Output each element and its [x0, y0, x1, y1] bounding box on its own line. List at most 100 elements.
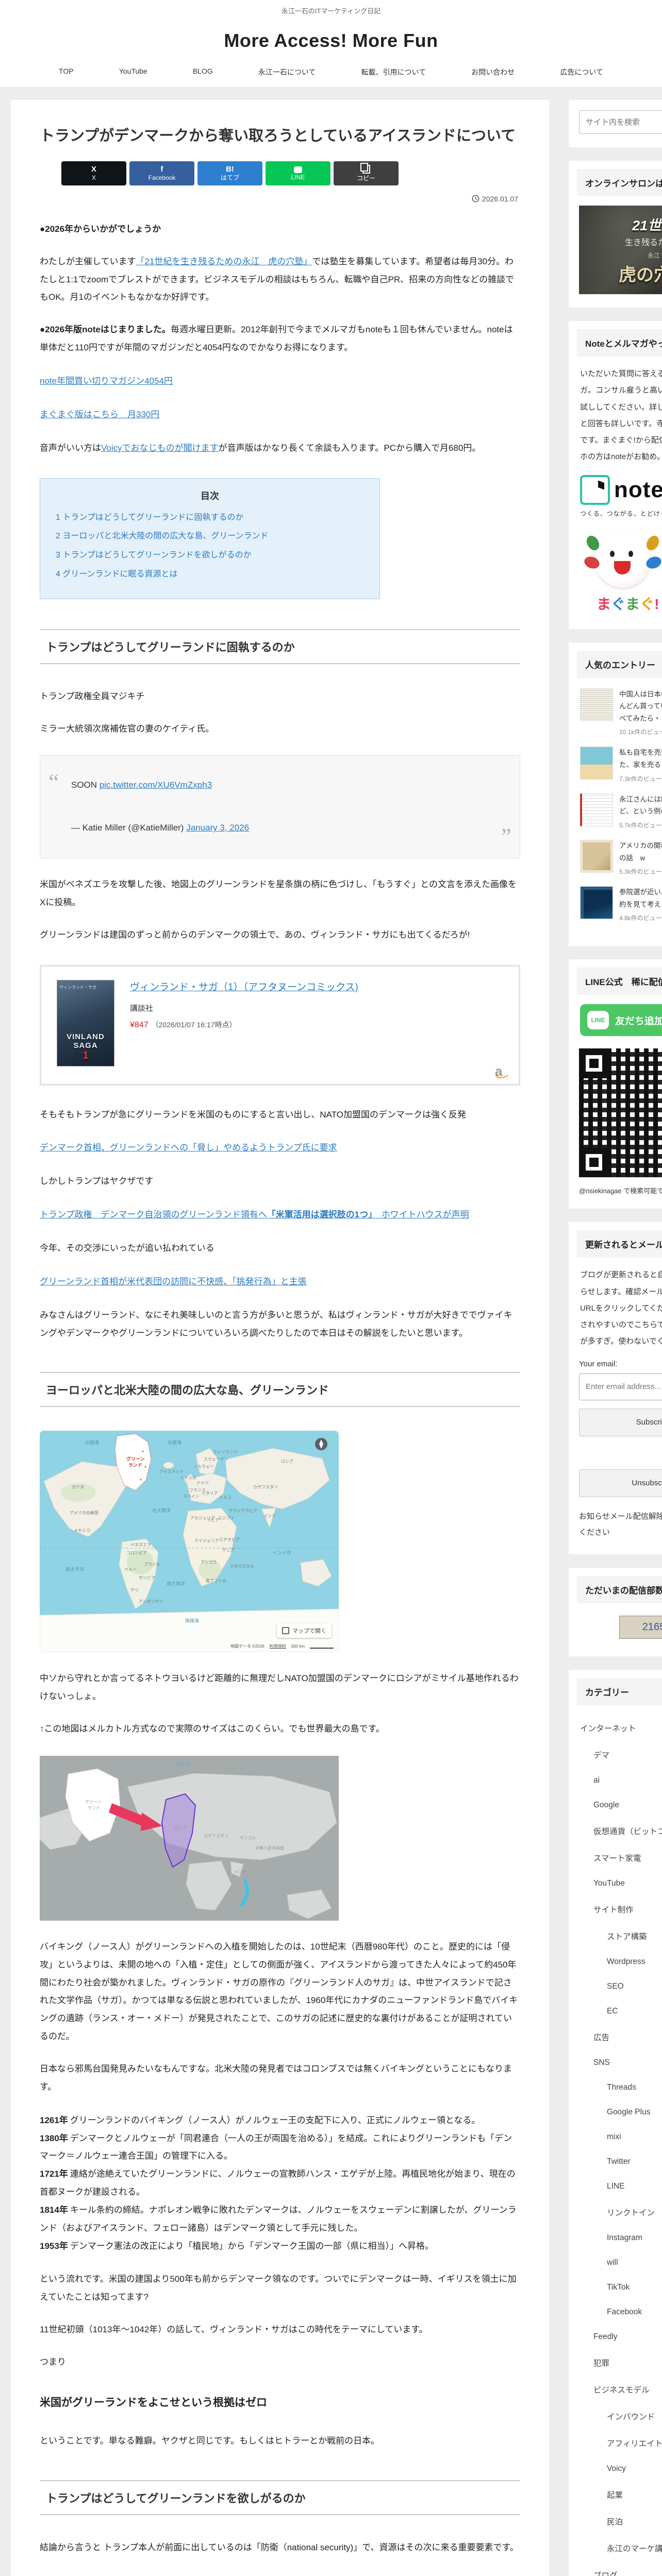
- nav-item[interactable]: BLOG: [193, 67, 213, 77]
- category-item[interactable]: 起業 198: [579, 2481, 662, 2508]
- category-item[interactable]: リンクトイン 17: [579, 2199, 662, 2226]
- category-item[interactable]: デマ 10: [579, 1741, 662, 1768]
- category-item[interactable]: 広告 39: [579, 2024, 662, 2050]
- voicy-link[interactable]: Voicyでおなじものが聞けます: [101, 443, 219, 453]
- nav-item[interactable]: TOP: [59, 67, 74, 77]
- note-logo[interactable]: note: [580, 474, 662, 505]
- category-link[interactable]: LINE: [607, 2182, 624, 2191]
- category-item[interactable]: will 12: [579, 2250, 662, 2275]
- category-item[interactable]: Google Plus 14: [579, 2100, 662, 2125]
- share-facebook-button[interactable]: f Facebook: [129, 161, 194, 185]
- book-title-link[interactable]: ヴィンランド・サガ（1）（アフタヌーンコミックス): [130, 982, 358, 993]
- map-terms-link[interactable]: 利用規約: [270, 1643, 286, 1649]
- email-field[interactable]: [579, 1373, 662, 1400]
- category-link[interactable]: Voicy: [607, 2464, 626, 2473]
- category-link[interactable]: 広告: [593, 2031, 609, 2043]
- share-x-button[interactable]: X X: [61, 161, 126, 185]
- category-item[interactable]: ai 80: [579, 1768, 662, 1793]
- category-link[interactable]: サイト制作: [593, 1904, 634, 1915]
- nav-item[interactable]: 永江一石について: [258, 67, 316, 77]
- tweet-pic-link[interactable]: pic.twitter.com/XU6VmZxph3: [100, 780, 212, 790]
- category-link[interactable]: ビジネスモデル: [593, 2384, 650, 2395]
- category-item[interactable]: 犯罪 86: [579, 2349, 662, 2376]
- category-item[interactable]: インターネット 1,418: [579, 1715, 662, 1741]
- tora-no-ana-link[interactable]: 「21世紀を生き残るための永江 虎の穴塾」: [136, 257, 312, 266]
- category-item[interactable]: YouTube 12: [579, 1871, 662, 1896]
- category-link[interactable]: Twitter: [607, 2157, 631, 2166]
- share-line-button[interactable]: LINE: [266, 161, 330, 185]
- open-in-maps-button[interactable]: マップで開く: [277, 1623, 332, 1638]
- subscribe-button[interactable]: Subscribe: [579, 1408, 662, 1436]
- category-link[interactable]: Feedly: [593, 2332, 618, 2342]
- category-link[interactable]: 犯罪: [593, 2357, 609, 2368]
- share-hatena-button[interactable]: B! はてブ: [197, 161, 262, 185]
- category-item[interactable]: Twitter 129: [579, 2149, 662, 2174]
- category-item[interactable]: Feedly 4: [579, 2325, 662, 2349]
- category-link[interactable]: インターネット: [580, 1722, 636, 1734]
- category-link[interactable]: YouTube: [593, 1879, 625, 1888]
- category-link[interactable]: 民泊: [607, 2516, 623, 2527]
- category-link[interactable]: SEO: [607, 1982, 624, 1991]
- category-item[interactable]: スマート家電 32: [579, 1844, 662, 1871]
- category-item[interactable]: Instagram 51: [579, 2226, 662, 2250]
- unsubscribe-button[interactable]: Unsubscribe: [579, 1469, 662, 1497]
- note-magazine-link[interactable]: note年間買い切りマガジン4054円: [40, 376, 173, 386]
- nav-item[interactable]: 転載、引用について: [361, 67, 426, 77]
- category-item[interactable]: ストア構築 16: [579, 1923, 662, 1950]
- world-map-embed[interactable]: 北極海 北極海 グリーン ランド カナダ アメリカ合衆国 メキシコ ベネズエラ …: [40, 1431, 339, 1653]
- category-item[interactable]: サイト制作 89: [579, 1896, 662, 1923]
- category-link[interactable]: 起業: [607, 2489, 623, 2500]
- popular-entry[interactable]: 中国人は日本の土地や不動産をどんどん買っていると聞いたので調べてみたら・・・ワロ…: [580, 688, 662, 737]
- category-link[interactable]: 仮想通貨（ビットコイン）: [593, 1825, 662, 1837]
- category-item[interactable]: 永江のマーケ講座 87: [579, 2535, 662, 2562]
- line-add-friend-button[interactable]: LINE 友だち追加: [580, 1004, 662, 1037]
- category-item[interactable]: ブログ 426: [579, 2562, 662, 2576]
- category-item[interactable]: mixi 44: [579, 2125, 662, 2149]
- magumagu-mascot[interactable]: [583, 531, 662, 588]
- popular-entry[interactable]: 私も自宅を売却して本当に助かった、家を売るという選択 7.3k件のビュー | 6…: [580, 747, 662, 783]
- category-link[interactable]: EC: [607, 2007, 618, 2016]
- category-item[interactable]: Threads 5: [579, 2075, 662, 2100]
- category-link[interactable]: インバウンド: [607, 2411, 655, 2422]
- magmag-link[interactable]: まぐまぐ版はこちら 月330円: [40, 410, 159, 419]
- category-item[interactable]: LINE 47: [579, 2174, 662, 2199]
- popular-entry[interactable]: 永江さんには関係ないんですけど、という例の長文について 5.7k件のビュー | …: [580, 793, 662, 829]
- category-item[interactable]: 民泊 29: [579, 2508, 662, 2535]
- category-item[interactable]: ビジネスモデル 504: [579, 2376, 662, 2403]
- category-link[interactable]: アフィリエイト: [607, 2437, 662, 2449]
- site-title[interactable]: More Access! More Fun: [0, 30, 662, 52]
- toc-item[interactable]: 1 トランプはどうしてグリーランドに固執するのか: [56, 509, 364, 528]
- category-link[interactable]: will: [607, 2258, 618, 2267]
- category-item[interactable]: Facebook 124: [579, 2300, 662, 2325]
- category-link[interactable]: mixi: [607, 2132, 621, 2142]
- category-item[interactable]: Google 88: [579, 1793, 662, 1818]
- nav-item[interactable]: お問い合わせ: [471, 67, 515, 77]
- category-link[interactable]: デマ: [593, 1749, 609, 1760]
- category-item[interactable]: 仮想通貨（ビットコイン） 1: [579, 1818, 662, 1844]
- category-link[interactable]: スマート家電: [593, 1852, 641, 1863]
- category-item[interactable]: インバウンド 56: [579, 2403, 662, 2430]
- category-link[interactable]: リンクトイン: [607, 2207, 655, 2218]
- category-item[interactable]: TikTok 2: [579, 2275, 662, 2300]
- category-item[interactable]: Voicy 22: [579, 2456, 662, 2481]
- salon-banner-image[interactable]: 21世紀 生き残るための 永江 虎の穴塾: [579, 206, 662, 294]
- category-link[interactable]: Wordpress: [607, 1957, 646, 1967]
- share-copy-button[interactable]: コピー: [334, 161, 399, 185]
- toc-item[interactable]: 4 グリーンランドに眠る資源とは: [56, 565, 364, 584]
- category-link[interactable]: Google Plus: [607, 2108, 650, 2117]
- category-link[interactable]: ai: [593, 1776, 600, 1785]
- popular-entry[interactable]: アメリカの関税と日本の税金とかの話 w 5.3k件のビュー | 7月 2: [580, 839, 662, 876]
- category-link[interactable]: TikTok: [607, 2283, 630, 2292]
- category-item[interactable]: SEO 42: [579, 1974, 662, 1999]
- category-link[interactable]: 永江のマーケ講座: [607, 2543, 662, 2554]
- category-link[interactable]: ストア構築: [607, 1930, 647, 1942]
- news-link-denmark-pm[interactable]: デンマーク首相、グリーンランドへの「脅し」やめるようトランプ氏に要求: [40, 1143, 337, 1153]
- category-item[interactable]: EC 92: [579, 1999, 662, 2024]
- category-link[interactable]: ブログ: [593, 2569, 618, 2576]
- nav-item[interactable]: 広告について: [560, 67, 603, 77]
- toc-item[interactable]: 2 ヨーロッパと北米大陸の間の広大な島、グリーンランド: [56, 527, 364, 546]
- category-item[interactable]: アフィリエイト 1: [579, 2430, 662, 2456]
- category-link[interactable]: SNS: [593, 2058, 610, 2067]
- tweet-date-link[interactable]: January 3, 2026: [186, 823, 249, 833]
- category-item[interactable]: SNS 43: [579, 2050, 662, 2075]
